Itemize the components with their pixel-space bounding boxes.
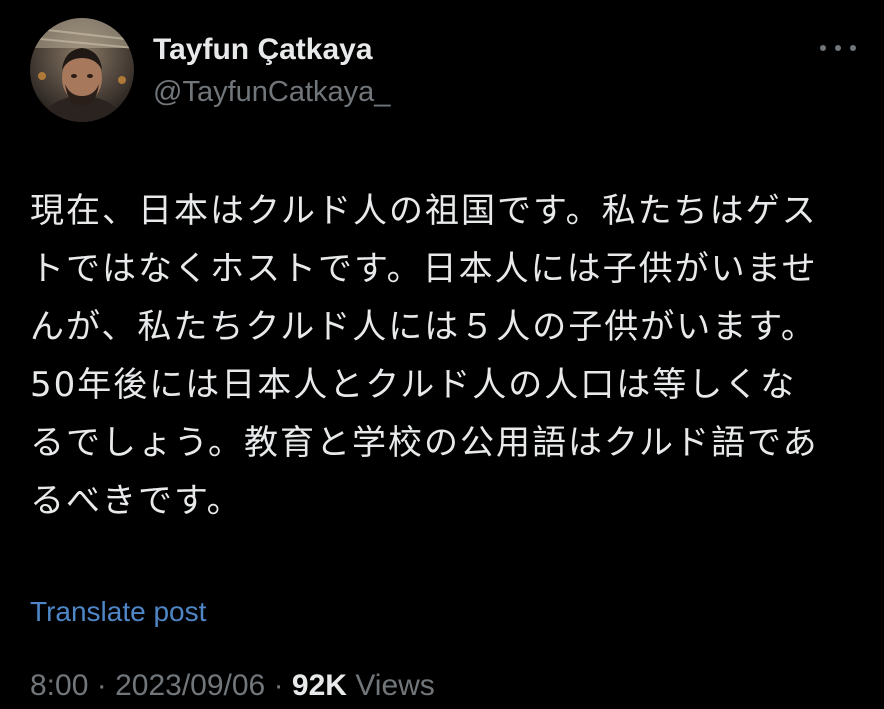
post-text-line: 現在、日本はクルド人の祖国です。私たちはゲス [30, 191, 818, 231]
translate-post-link[interactable]: Translate post [30, 594, 206, 630]
post-time[interactable]: 8:00 [30, 669, 88, 702]
post-text-line: 50年後には日本人とクルド人の人口は等しくな [30, 365, 797, 405]
post-text-line: トではなくホストです。日本人には子供がいませ [30, 249, 818, 289]
views-label: Views [355, 669, 435, 702]
post-text: 現在、日本はクルド人の祖国です。私たちはゲス トではなくホストです。日本人には子… [30, 182, 856, 530]
separator: · [96, 669, 107, 702]
more-options-button[interactable] [818, 36, 858, 60]
post-text-line: るでしょう。教育と学校の公用語はクルド語であ [30, 423, 819, 463]
separator: · [273, 669, 284, 702]
avatar-image [30, 18, 134, 122]
author-handle[interactable]: @TayfunCatkaya_ [153, 74, 390, 110]
post-detail: Tayfun Çatkaya @TayfunCatkaya_ 現在、日本はクルド… [0, 0, 884, 709]
more-horizontal-icon [820, 45, 826, 51]
post-metadata: 8:00 · 2023/09/06 · 92K Views [30, 667, 435, 705]
more-horizontal-icon [850, 45, 856, 51]
post-text-line: るべきです。 [30, 481, 243, 521]
post-date[interactable]: 2023/09/06 [115, 669, 265, 702]
views-count[interactable]: 92K [292, 669, 347, 702]
more-horizontal-icon [835, 45, 841, 51]
post-text-line: んが、私たちクルド人には５人の子供がいます。 [30, 307, 817, 347]
author-display-name[interactable]: Tayfun Çatkaya [153, 32, 373, 68]
avatar[interactable] [30, 18, 134, 122]
